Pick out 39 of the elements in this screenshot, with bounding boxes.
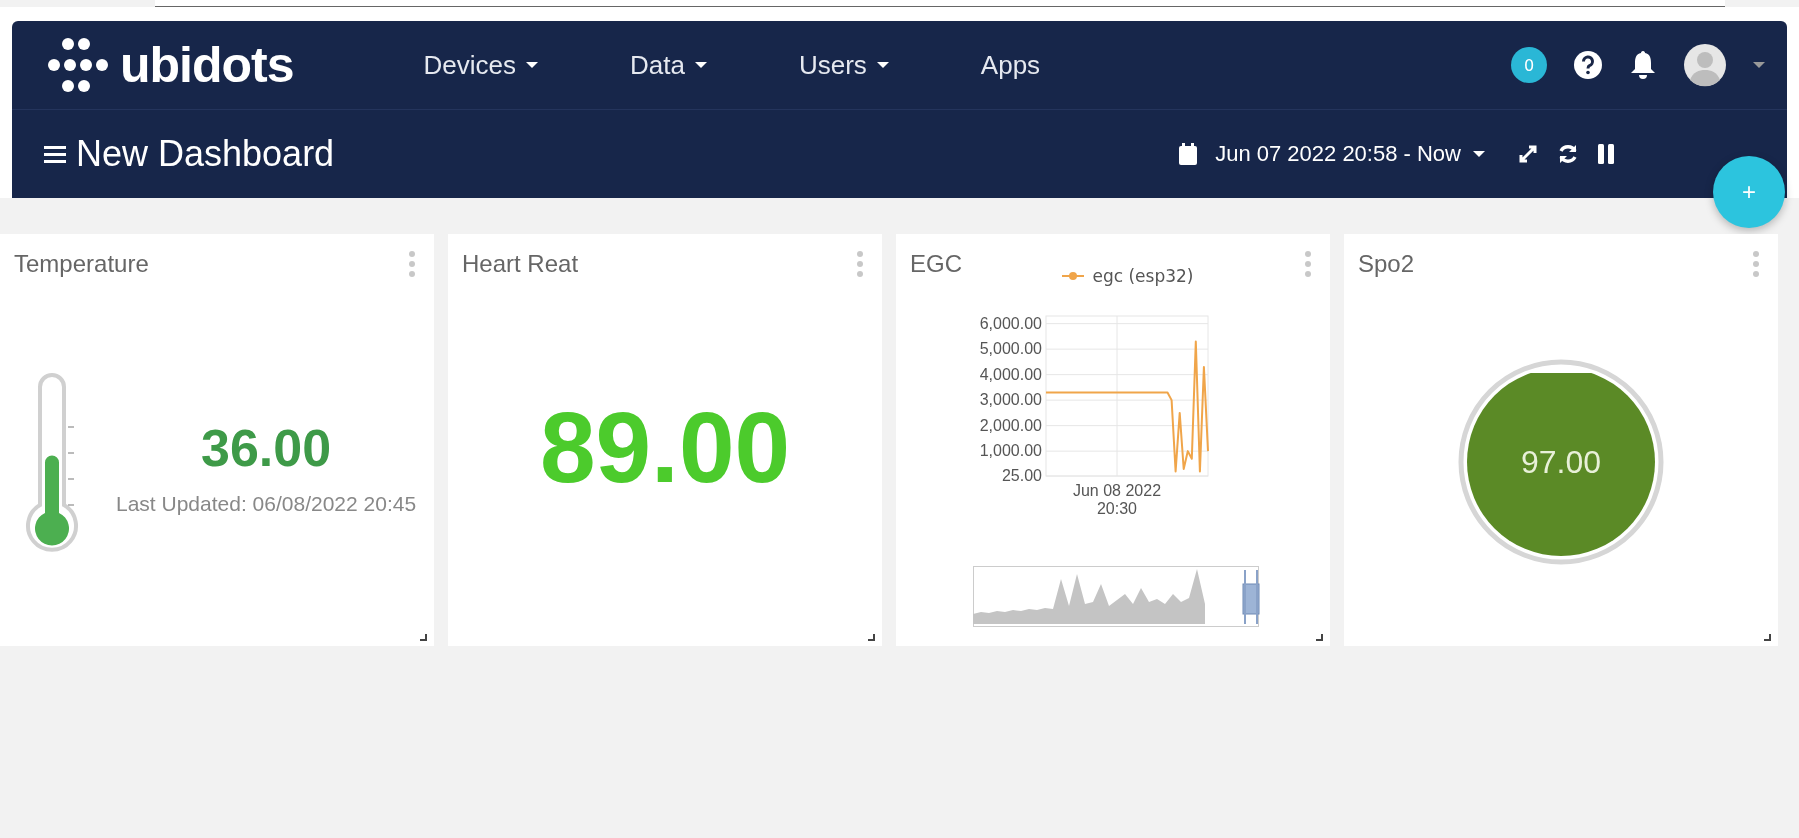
resize-handle-icon[interactable]	[868, 634, 876, 642]
refresh-icon[interactable]	[1557, 143, 1579, 165]
resize-handle-icon[interactable]	[1764, 634, 1772, 642]
y-tick-label: 25.00	[1001, 467, 1042, 484]
bell-icon[interactable]	[1629, 49, 1657, 81]
y-tick-label: 5,000.00	[979, 340, 1042, 358]
widget-title: Heart Reat	[462, 250, 579, 278]
logo-wordmark[interactable]: ubidots	[120, 36, 294, 94]
x-axis-label: Jun 08 2022 20:30	[1072, 482, 1162, 518]
menu-icon[interactable]	[44, 145, 66, 163]
nav-menu-item[interactable]: Data	[630, 49, 707, 81]
pause-icon[interactable]	[1597, 143, 1615, 165]
legend-label: egc (esp32)	[1092, 266, 1194, 286]
nav-menu-item[interactable]: Apps	[980, 49, 1041, 81]
widget-title: Temperature	[14, 250, 149, 278]
help-icon[interactable]	[1573, 50, 1603, 80]
date-range-picker[interactable]: Jun 07 2022 20:58 - Now	[1215, 141, 1485, 167]
spo2-value: 97.00	[1520, 443, 1602, 481]
last-updated-text: Last Updated: 06/08/2022 20:45	[116, 492, 417, 516]
expand-icon[interactable]	[1517, 143, 1539, 165]
caret-icon	[1473, 151, 1485, 157]
y-tick-label: 2,000.00	[979, 416, 1042, 434]
calendar-icon[interactable]	[1179, 143, 1198, 165]
metric-value: 89.00	[539, 389, 791, 505]
avatar-icon[interactable]	[1683, 43, 1727, 87]
resize-handle-icon[interactable]	[1316, 634, 1324, 642]
widget-title: EGC	[910, 250, 962, 278]
dashboard-title: New Dashboard	[76, 133, 335, 175]
y-tick-label: 3,000.00	[979, 391, 1042, 409]
widget-title: Spo2	[1358, 250, 1415, 278]
nav-menu-item[interactable]: Users	[798, 49, 889, 81]
resize-handle-icon[interactable]	[420, 634, 428, 642]
legend-marker-icon	[1062, 271, 1085, 281]
y-tick-label: 4,000.00	[979, 365, 1042, 383]
caret-icon[interactable]	[1753, 62, 1765, 68]
nav-menu-item[interactable]: Devices	[423, 49, 538, 81]
y-tick-label: 1,000.00	[979, 442, 1042, 460]
y-tick-label: 6,000.00	[979, 314, 1042, 332]
temperature-value: 36.00	[200, 418, 332, 478]
